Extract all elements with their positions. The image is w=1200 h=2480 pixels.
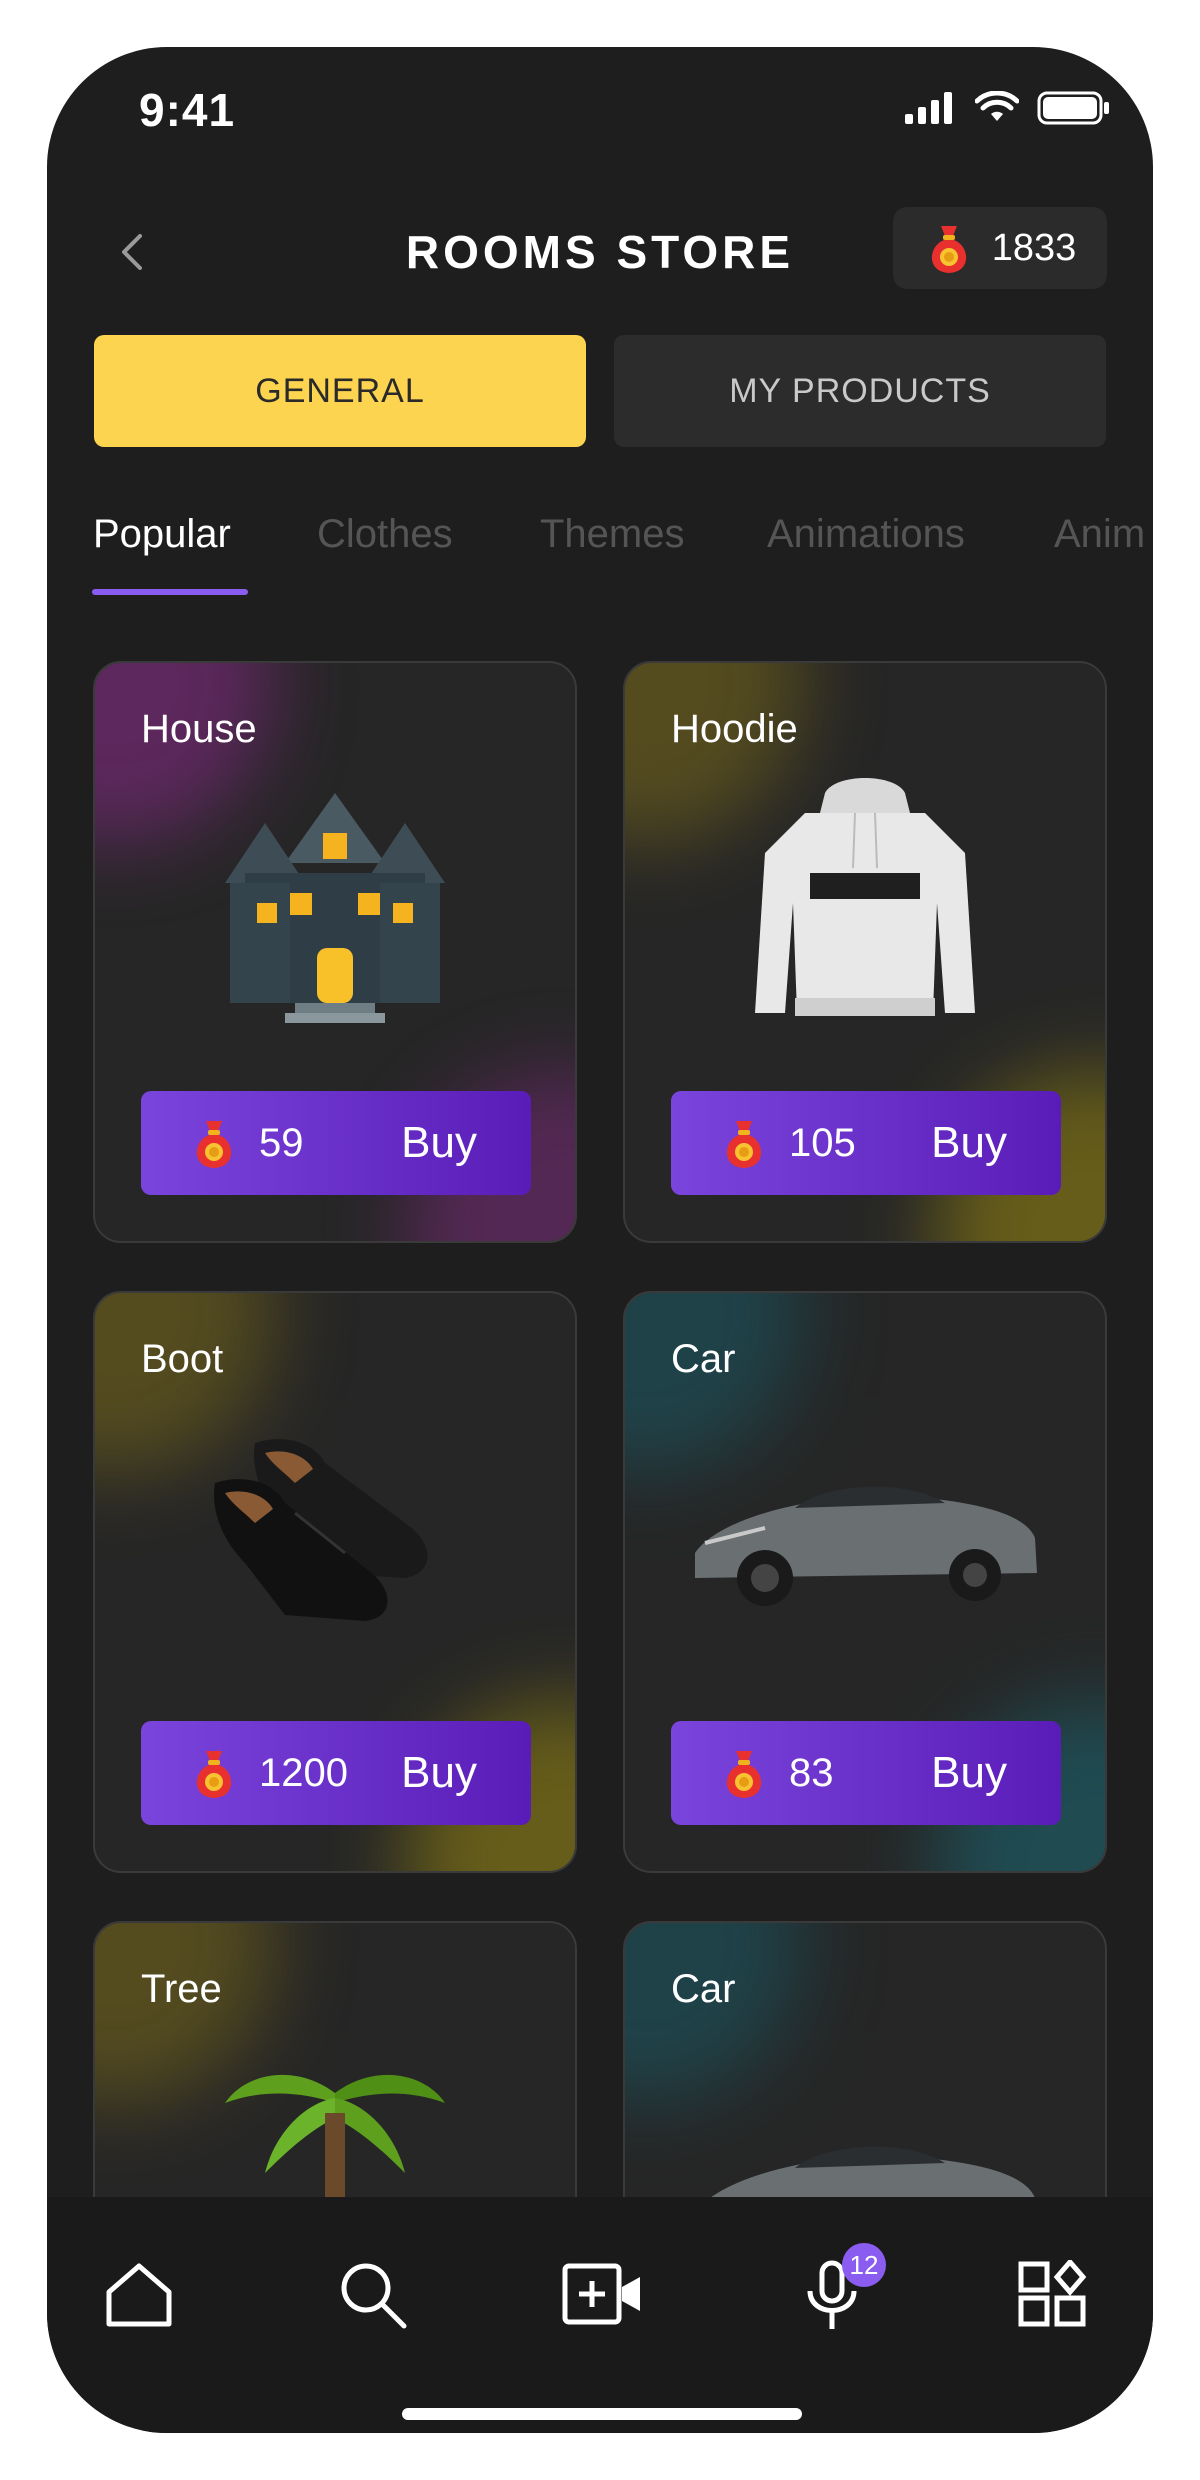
- product-card-car[interactable]: Car 83 Buy: [623, 1291, 1107, 1873]
- wifi-icon: [975, 91, 1019, 121]
- product-name: House: [141, 707, 257, 751]
- money-bag-icon: [931, 226, 966, 273]
- my-products-tab[interactable]: MY PRODUCTS: [614, 335, 1106, 447]
- status-time: 9:41: [139, 84, 236, 136]
- nav-add-video[interactable]: [562, 2255, 642, 2335]
- tab-animations-2[interactable]: Anim: [1054, 512, 1145, 557]
- product-card-boot[interactable]: Boot 1200 Buy: [93, 1291, 577, 1873]
- segmented-control: GENERAL MY PRODUCTS: [94, 335, 1106, 447]
- buy-label: Buy: [401, 1748, 477, 1797]
- buy-button[interactable]: 105 Buy: [671, 1091, 1061, 1195]
- buy-button[interactable]: 59 Buy: [141, 1091, 531, 1195]
- product-card-hoodie[interactable]: Hoodie 105 Buy: [623, 661, 1107, 1243]
- nav-apps[interactable]: [1012, 2255, 1092, 2335]
- header: ROOMS STORE 1833: [47, 207, 1153, 297]
- signal-icon: [905, 92, 952, 124]
- product-name: Tree: [141, 1967, 222, 2011]
- money-bag-icon: [726, 1751, 762, 1798]
- price: 59: [259, 1120, 304, 1165]
- price: 83: [789, 1750, 834, 1795]
- home-icon: [106, 2263, 172, 2327]
- product-name: Boot: [141, 1337, 224, 1381]
- product-card-house[interactable]: House 59 Buy: [93, 661, 577, 1243]
- bottom-nav: 12: [47, 2197, 1153, 2433]
- coin-balance-value: 1833: [991, 226, 1077, 269]
- status-bar: 9:41: [47, 47, 1153, 177]
- money-bag-icon: [196, 1751, 232, 1798]
- car-image: [695, 1486, 1037, 1606]
- money-bag-icon: [196, 1121, 232, 1168]
- battery-icon: [1037, 91, 1109, 125]
- product-name: Car: [671, 1337, 736, 1381]
- product-name: Car: [671, 1967, 736, 2011]
- home-indicator: [402, 2408, 802, 2420]
- nav-search[interactable]: [333, 2255, 413, 2335]
- product-name: Hoodie: [671, 707, 798, 751]
- add-video-icon: [562, 2263, 640, 2325]
- tab-animations[interactable]: Animations: [767, 512, 965, 557]
- phone-screen: 9:41 ROOMS STORE 1833 GENERAL MY PRODUCT…: [47, 47, 1153, 2433]
- tab-themes[interactable]: Themes: [540, 512, 685, 557]
- hoodie-image: [755, 778, 975, 1016]
- house-image: [225, 793, 445, 1023]
- nav-home[interactable]: [99, 2255, 179, 2335]
- buy-button[interactable]: 83 Buy: [671, 1721, 1061, 1825]
- product-grid: House 59 Buy Hoodie 105 Buy Boot 1200 Bu…: [47, 661, 1153, 2245]
- price: 105: [789, 1120, 856, 1165]
- status-icons: [905, 91, 1111, 125]
- nav-microphone[interactable]: 12: [792, 2243, 886, 2335]
- general-tab[interactable]: GENERAL: [94, 335, 586, 447]
- buy-label: Buy: [401, 1118, 477, 1167]
- money-bag-icon: [726, 1121, 762, 1168]
- apps-grid-icon: [1018, 2260, 1087, 2327]
- boot-image: [214, 1439, 428, 1621]
- coin-balance[interactable]: 1833: [893, 207, 1107, 289]
- search-icon: [341, 2263, 407, 2329]
- notification-badge: 12: [842, 2243, 886, 2287]
- tab-clothes[interactable]: Clothes: [317, 512, 453, 557]
- active-tab-indicator: [92, 589, 248, 595]
- buy-label: Buy: [931, 1118, 1007, 1167]
- buy-label: Buy: [931, 1748, 1007, 1797]
- buy-button[interactable]: 1200 Buy: [141, 1721, 531, 1825]
- tab-popular[interactable]: Popular: [93, 512, 231, 557]
- price: 1200: [259, 1750, 348, 1795]
